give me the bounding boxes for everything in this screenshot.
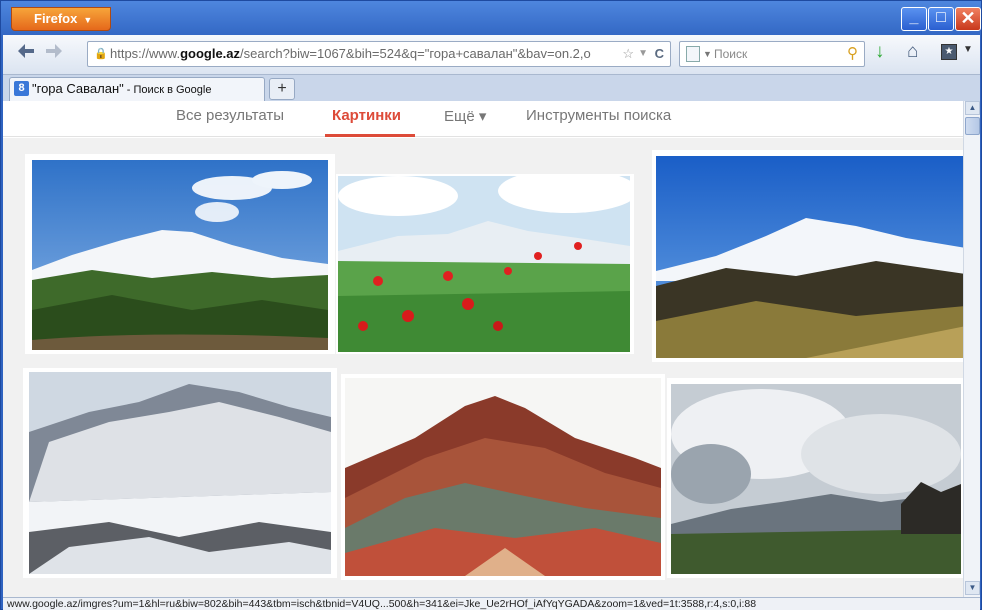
browser-window: Firefox ▼ _ □ ✕ 🔒 https://www.google.az/s… xyxy=(0,0,982,610)
image-result[interactable] xyxy=(23,368,337,578)
tab-images[interactable]: Картинки xyxy=(332,107,401,124)
magnifier-icon[interactable]: ⚲ xyxy=(847,42,858,66)
bookmarks-icon[interactable]: ★ xyxy=(941,44,957,60)
image-result[interactable] xyxy=(652,150,963,362)
download-icon[interactable]: ↓ xyxy=(875,41,885,63)
image-results-grid xyxy=(3,138,963,597)
google-search-nav: Все результаты Картинки Ещё ▾ Инструмент… xyxy=(3,101,963,137)
status-bar: www.google.az/imgres?um=1&hl=ru&biw=802&… xyxy=(3,597,980,610)
red-striped-hills xyxy=(345,378,661,576)
mountain-under-clouds xyxy=(671,384,961,574)
back-button[interactable] xyxy=(17,43,35,64)
maximize-button[interactable]: □ xyxy=(928,7,954,31)
search-placeholder: Поиск xyxy=(714,47,748,61)
address-bar[interactable]: 🔒 https://www.google.az/search?biw=1067&… xyxy=(87,41,671,67)
title-bar: Firefox ▼ _ □ ✕ xyxy=(1,1,981,35)
chevron-down-icon: ▼ xyxy=(83,15,93,25)
tab-search-tools[interactable]: Инструменты поиска xyxy=(526,107,671,124)
url-domain: google.az xyxy=(180,46,241,61)
scroll-up-icon[interactable]: ▲ xyxy=(965,101,980,115)
tab-google-search[interactable]: 8 "гора Савалан" - Поиск в Google xyxy=(9,77,265,101)
page-content: Все результаты Картинки Ещё ▾ Инструмент… xyxy=(3,101,963,597)
firefox-menu-label: Firefox xyxy=(34,11,78,26)
image-result[interactable] xyxy=(341,374,665,580)
reload-icon[interactable]: C xyxy=(655,42,664,66)
chevron-down-icon[interactable]: ▼ xyxy=(703,42,712,66)
snowy-peak-with-valley-road xyxy=(32,160,328,350)
vertical-scrollbar[interactable]: ▲ ▼ xyxy=(963,101,980,597)
search-engine-icon[interactable] xyxy=(686,46,700,62)
image-result[interactable] xyxy=(667,378,963,578)
firefox-menu-button[interactable]: Firefox ▼ xyxy=(11,7,111,31)
snowy-mountain-over-brown-hills xyxy=(656,156,963,358)
tab-strip: 8 "гора Савалан" - Поиск в Google + xyxy=(3,75,980,101)
url-path: /search?biw=1067&bih=524&q="гора+савалан… xyxy=(240,46,591,61)
close-button[interactable]: ✕ xyxy=(955,7,981,31)
new-tab-button[interactable]: + xyxy=(269,78,295,100)
image-result[interactable] xyxy=(336,174,634,354)
tab-title: "гора Савалан" xyxy=(32,81,124,96)
lock-icon: 🔒 xyxy=(94,48,108,60)
bookmark-star-icon[interactable]: ☆ xyxy=(622,42,634,66)
search-input[interactable]: ▼ Поиск ⚲ xyxy=(679,41,865,67)
chevron-down-icon[interactable]: ▼ xyxy=(963,44,973,55)
back-arrow-icon xyxy=(18,44,34,58)
google-favicon-icon: 8 xyxy=(14,81,29,96)
minimize-button[interactable]: _ xyxy=(901,7,927,31)
image-result[interactable] xyxy=(25,154,335,354)
forward-button[interactable] xyxy=(45,43,63,64)
home-icon[interactable]: ⌂ xyxy=(907,41,918,63)
forward-arrow-icon xyxy=(46,44,62,58)
scroll-down-icon[interactable]: ▼ xyxy=(965,581,980,595)
tab-all-results[interactable]: Все результаты xyxy=(176,107,284,124)
tab-more[interactable]: Ещё ▾ xyxy=(444,107,486,125)
url-history-dropdown-icon[interactable]: ▼ xyxy=(638,42,648,66)
scroll-thumb[interactable] xyxy=(965,117,980,135)
url-prefix: https://www. xyxy=(110,46,181,61)
snow-covered-mountain-winter xyxy=(29,372,331,574)
mountain-with-red-poppies xyxy=(338,176,630,352)
navigation-toolbar: 🔒 https://www.google.az/search?biw=1067&… xyxy=(3,35,980,75)
tab-title-suffix: - Поиск в Google xyxy=(123,84,212,96)
active-tab-indicator xyxy=(325,134,415,137)
